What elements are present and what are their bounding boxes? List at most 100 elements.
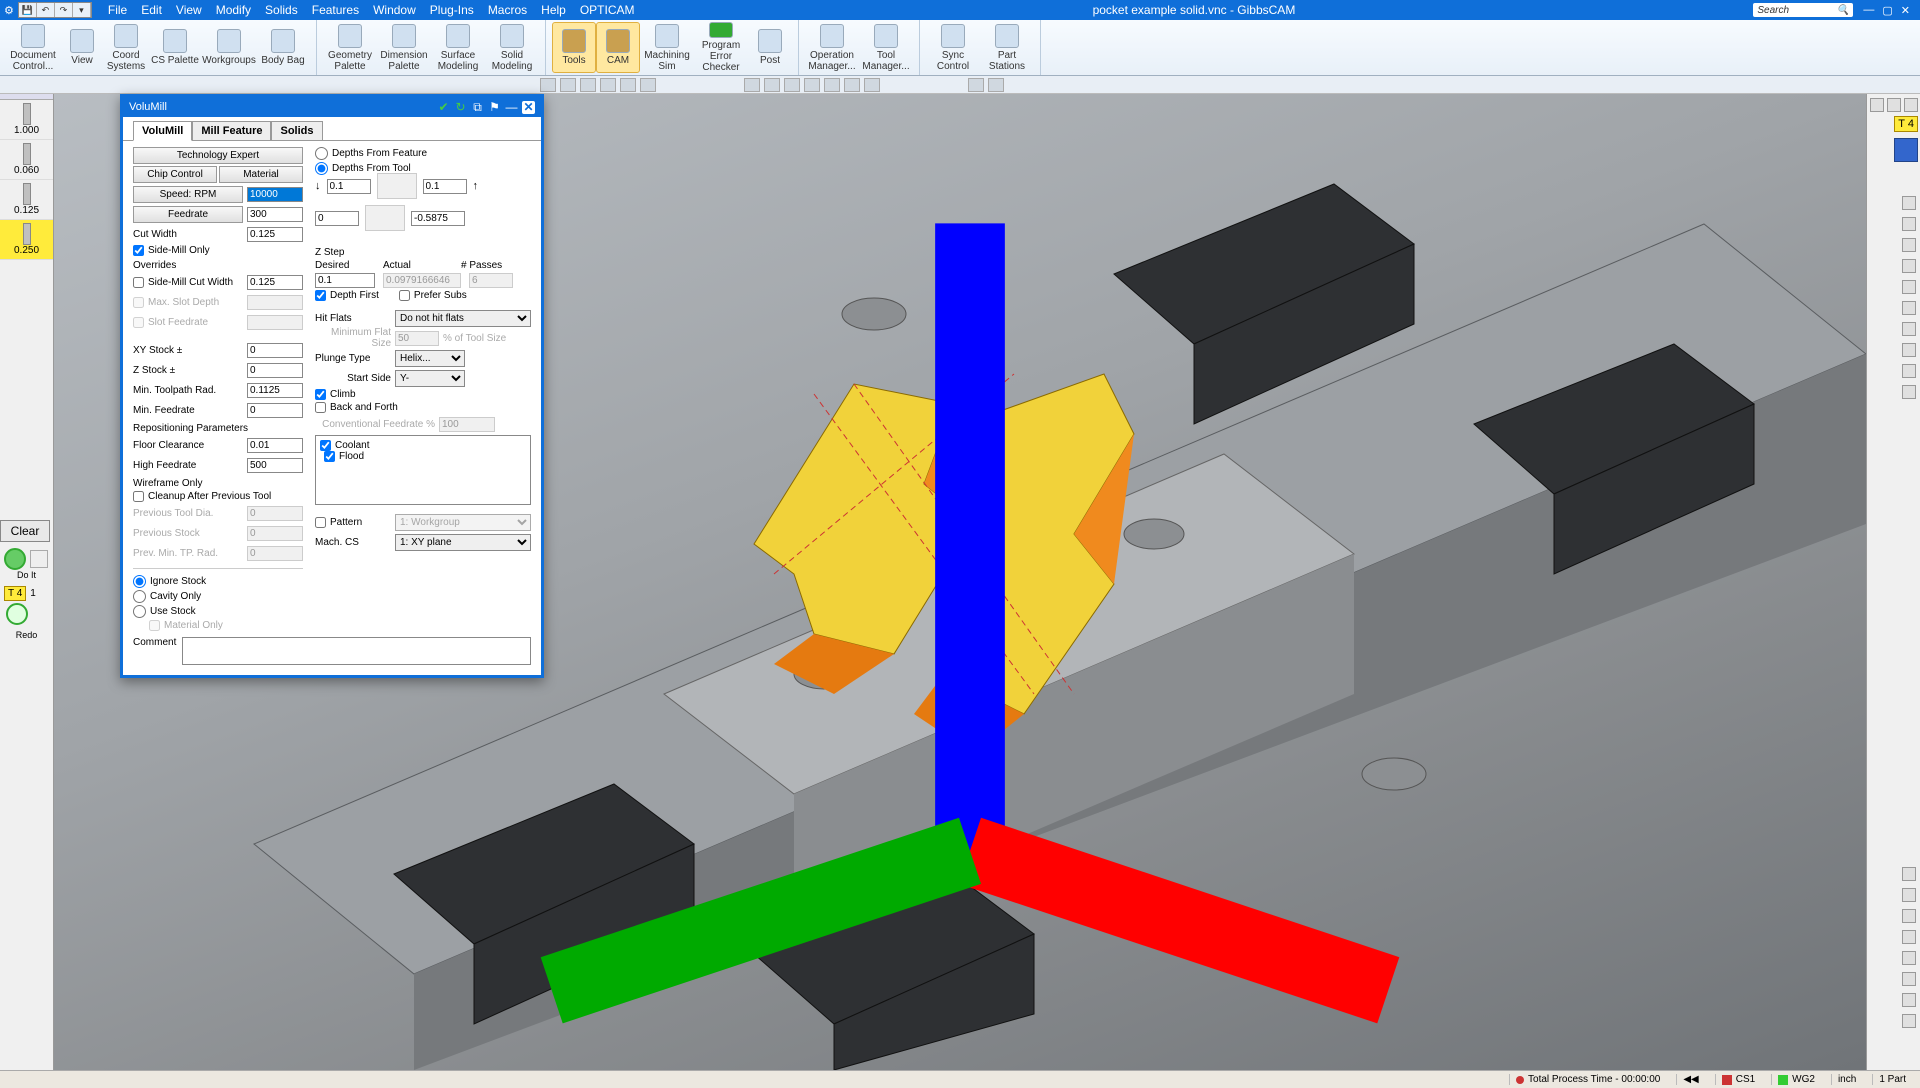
redo-icon[interactable] [6, 603, 28, 625]
z-stock-input[interactable] [247, 363, 303, 378]
menu-plugins[interactable]: Plug-Ins [430, 3, 474, 17]
close-icon[interactable]: ✕ [1901, 4, 1910, 17]
menu-modify[interactable]: Modify [216, 3, 251, 17]
ribbon-tool-manager[interactable]: Tool Manager... [859, 22, 913, 73]
menu-edit[interactable]: Edit [141, 3, 162, 17]
ribbon-machining-sim[interactable]: Machining Sim [640, 22, 694, 73]
menu-file[interactable]: File [108, 3, 127, 17]
ribbon-cs-palette[interactable]: CS Palette [148, 22, 202, 73]
side-mill-only-check[interactable] [133, 245, 144, 256]
side-btn[interactable] [1902, 196, 1916, 210]
side-btn[interactable] [1902, 888, 1916, 902]
side-btn[interactable] [1902, 259, 1916, 273]
depths-tool-radio[interactable] [315, 162, 328, 175]
tb-btn[interactable] [540, 78, 556, 92]
op-btn[interactable] [30, 550, 48, 568]
tool-slot-2[interactable]: 0.060 [0, 140, 53, 180]
mach-cs-select[interactable]: 1: XY plane [395, 534, 531, 551]
min-toolpath-input[interactable] [247, 383, 303, 398]
speed-rpm-input[interactable] [247, 187, 303, 202]
tool-slot-3[interactable]: 0.125 [0, 180, 53, 220]
tb-btn[interactable] [764, 78, 780, 92]
ribbon-tools[interactable]: Tools [552, 22, 596, 73]
qat-dropdown-icon[interactable]: ▾ [73, 3, 91, 17]
ribbon-operation-manager[interactable]: Operation Manager... [805, 22, 859, 73]
depth-first-check[interactable] [315, 290, 326, 301]
side-btn[interactable] [1902, 364, 1916, 378]
ribbon-coord[interactable]: Coord Systems [104, 22, 148, 73]
undo-icon[interactable]: ↶ [37, 3, 55, 17]
side-btn[interactable] [1902, 385, 1916, 399]
menu-window[interactable]: Window [373, 3, 416, 17]
tb-btn[interactable] [580, 78, 596, 92]
ignore-stock-radio[interactable] [133, 575, 146, 588]
xy-stock-input[interactable] [247, 343, 303, 358]
ribbon-body-bag[interactable]: Body Bag [256, 22, 310, 73]
tool-slot-4[interactable]: 0.250 [0, 220, 53, 260]
close-dialog-icon[interactable]: ✕ [522, 101, 535, 114]
ribbon-cam[interactable]: CAM [596, 22, 640, 73]
depth3-input[interactable] [315, 211, 359, 226]
feedrate-button[interactable]: Feedrate [133, 206, 243, 223]
tb-btn[interactable] [744, 78, 760, 92]
ribbon-geometry-palette[interactable]: Geometry Palette [323, 22, 377, 73]
ribbon-error-checker[interactable]: Program Error Checker [694, 22, 748, 73]
tool-icon[interactable] [1894, 138, 1918, 162]
tb-btn[interactable] [804, 78, 820, 92]
redo-icon[interactable]: ↷ [55, 3, 73, 17]
doit-icon[interactable] [4, 548, 26, 570]
tool-slot-1[interactable]: 1.000 [0, 100, 53, 140]
side-btn[interactable] [1902, 1014, 1916, 1028]
menu-solids[interactable]: Solids [265, 3, 298, 17]
minimize-dialog-icon[interactable]: — [505, 101, 518, 114]
ribbon-view[interactable]: View [60, 22, 104, 73]
menu-help[interactable]: Help [541, 3, 566, 17]
ribbon-post[interactable]: Post [748, 22, 792, 73]
side-btn[interactable] [1902, 867, 1916, 881]
tab-mill-feature[interactable]: Mill Feature [192, 121, 271, 140]
tab-solids[interactable]: Solids [271, 121, 322, 140]
side-btn[interactable] [1902, 217, 1916, 231]
floor-clearance-input[interactable] [247, 438, 303, 453]
side-btn[interactable] [1902, 238, 1916, 252]
side-btn[interactable] [1902, 993, 1916, 1007]
tb-btn[interactable] [824, 78, 840, 92]
prefer-subs-check[interactable] [399, 290, 410, 301]
tb-btn[interactable] [620, 78, 636, 92]
view-btn[interactable] [1904, 98, 1918, 112]
menu-features[interactable]: Features [312, 3, 359, 17]
dialog-titlebar[interactable]: VoluMill ✔ ↻ ⧉ ⚑ — ✕ [123, 97, 541, 117]
search-box[interactable]: Search🔍 [1753, 3, 1853, 17]
pin-icon[interactable]: ⚑ [488, 101, 501, 114]
tb-btn[interactable] [988, 78, 1004, 92]
side-btn[interactable] [1902, 301, 1916, 315]
side-btn[interactable] [1902, 972, 1916, 986]
menu-view[interactable]: View [176, 3, 202, 17]
min-feedrate-input[interactable] [247, 403, 303, 418]
depth2-input[interactable] [423, 179, 467, 194]
side-btn[interactable] [1902, 909, 1916, 923]
menu-opticam[interactable]: OPTICAM [580, 3, 635, 17]
flood-check[interactable] [324, 451, 335, 462]
tb-btn[interactable] [968, 78, 984, 92]
side-btn[interactable] [1902, 280, 1916, 294]
chip-control-button[interactable]: Chip Control [133, 166, 217, 183]
ribbon-solid-modeling[interactable]: Solid Modeling [485, 22, 539, 73]
save-icon[interactable]: 💾 [19, 3, 37, 17]
tb-btn[interactable] [864, 78, 880, 92]
desired-input[interactable] [315, 273, 375, 288]
depths-feature-radio[interactable] [315, 147, 328, 160]
unit-label[interactable]: inch [1831, 1074, 1862, 1085]
refresh-icon[interactable]: ↻ [454, 101, 467, 114]
cut-width-input[interactable] [247, 227, 303, 242]
technology-expert-button[interactable]: Technology Expert [133, 147, 303, 164]
cavity-only-radio[interactable] [133, 590, 146, 603]
view-btn[interactable] [1870, 98, 1884, 112]
climb-check[interactable] [315, 389, 326, 400]
copy-icon[interactable]: ⧉ [471, 101, 484, 114]
ribbon-surface-modeling[interactable]: Surface Modeling [431, 22, 485, 73]
use-stock-radio[interactable] [133, 605, 146, 618]
material-button[interactable]: Material [219, 166, 303, 183]
coolant-check[interactable] [320, 440, 331, 451]
minimize-icon[interactable]: — [1863, 4, 1874, 17]
